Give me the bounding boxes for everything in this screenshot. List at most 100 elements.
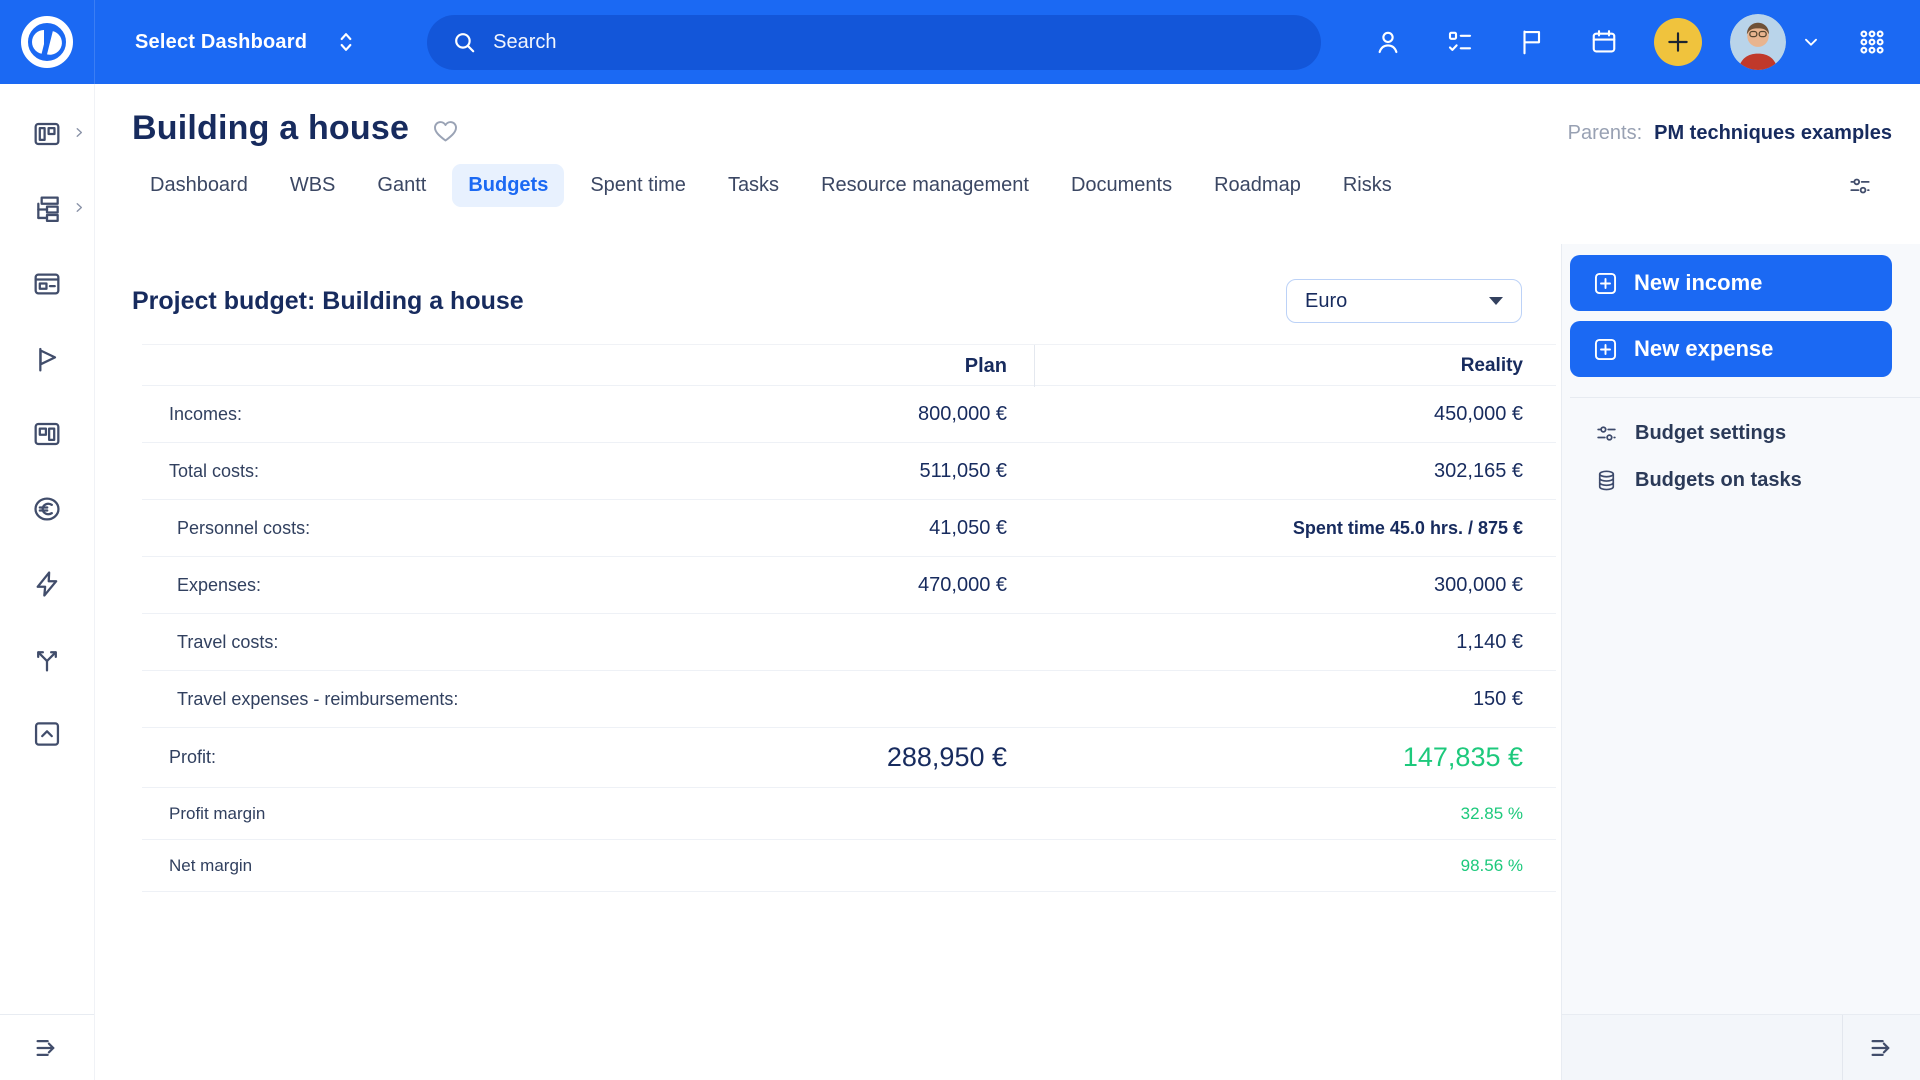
budgets-on-tasks-item[interactable]: Budgets on tasks: [1570, 457, 1892, 504]
budget-settings-label: Budget settings: [1635, 422, 1786, 445]
new-income-button[interactable]: New income: [1570, 255, 1892, 311]
checklist-icon: [1445, 27, 1475, 57]
tab-documents[interactable]: Documents: [1055, 164, 1188, 207]
budget-row-label: Net margin: [142, 856, 577, 876]
budget-row: Travel expenses - reimbursements: 150 €: [142, 671, 1556, 728]
plan-value: 41,050 €: [577, 517, 1034, 540]
sidebar-item-modules[interactable]: [0, 396, 94, 471]
reality-value: 450,000 €: [1034, 403, 1523, 426]
app-logo[interactable]: [0, 0, 95, 84]
dashboard-selector[interactable]: Select Dashboard: [135, 29, 359, 55]
favorite-button[interactable]: [431, 116, 460, 145]
apps-grid-button[interactable]: [1850, 20, 1894, 64]
currency-value: Euro: [1305, 290, 1347, 313]
sidebar-expand-button[interactable]: [32, 1033, 62, 1063]
plus-square-icon: [1592, 270, 1619, 297]
page-title: Building a house: [132, 109, 409, 148]
tabs-settings-button[interactable]: [1847, 173, 1873, 199]
sort-chevrons-icon: [333, 29, 359, 55]
user-menu[interactable]: [1730, 14, 1822, 70]
topbar-flag-button[interactable]: [1510, 20, 1554, 64]
budget-row: Net margin 98.56 %: [142, 840, 1556, 892]
budget-row-label: Incomes:: [142, 404, 577, 425]
plan-value: 511,050 €: [577, 460, 1034, 483]
reality-value: 150 €: [1034, 688, 1523, 711]
search-input[interactable]: [493, 31, 1297, 54]
topbar: Select Dashboard: [0, 0, 1920, 84]
sidebar-item-lightning[interactable]: [0, 546, 94, 621]
avatar: [1730, 14, 1786, 70]
plus-square-icon: [1592, 336, 1619, 363]
lightning-icon: [31, 568, 63, 600]
plus-icon: [1665, 29, 1691, 55]
quick-add-button[interactable]: [1654, 18, 1702, 66]
tab-gantt[interactable]: Gantt: [361, 164, 442, 207]
tab-tasks[interactable]: Tasks: [712, 164, 795, 207]
dashboard-selector-label: Select Dashboard: [135, 31, 307, 54]
search-bar[interactable]: [427, 15, 1321, 70]
budget-settings-item[interactable]: Budget settings: [1570, 410, 1892, 457]
budget-section: Project budget: Building a house Euro Pl…: [95, 244, 1561, 1080]
expand-panel-icon: [1867, 1033, 1897, 1063]
milestone-flag-icon: [31, 343, 63, 375]
sidebar-item-euro[interactable]: [0, 471, 94, 546]
budget-row: Profit:288,950 €147,835 €: [142, 728, 1556, 788]
sliders-icon: [1594, 421, 1619, 446]
tab-budgets[interactable]: Budgets: [452, 164, 564, 207]
tab-roadmap[interactable]: Roadmap: [1198, 164, 1317, 207]
chevron-down-icon: [1800, 31, 1822, 53]
user-icon: [1373, 27, 1403, 57]
reality-value: 32.85 %: [1034, 804, 1523, 824]
tab-resource-management[interactable]: Resource management: [805, 164, 1045, 207]
sidebar-item-split-arrows[interactable]: [0, 621, 94, 696]
budget-row: Expenses:470,000 €300,000 €: [142, 557, 1556, 614]
budget-table-header: Plan Reality: [142, 344, 1556, 386]
coins-stack-icon: [1594, 468, 1619, 493]
split-arrows-icon: [31, 643, 63, 675]
heart-icon: [431, 116, 460, 145]
parent-project-link[interactable]: PM techniques examples: [1654, 122, 1892, 145]
currency-select[interactable]: Euro: [1286, 279, 1522, 323]
sidebar-item-archive-box[interactable]: [0, 696, 94, 771]
budget-table-body: Incomes:800,000 €450,000 €Total costs:51…: [142, 386, 1556, 892]
browser-window-icon: [31, 268, 63, 300]
budget-row: Total costs:511,050 €302,165 €: [142, 443, 1556, 500]
sidebar-item-browser-window[interactable]: [0, 246, 94, 321]
reality-value: 98.56 %: [1034, 856, 1523, 876]
new-income-label: New income: [1634, 270, 1762, 296]
reality-column-header: Reality: [1034, 345, 1523, 387]
budget-row-label: Profit:: [142, 747, 577, 768]
calendar-icon: [1589, 27, 1619, 57]
panel-footer: [1562, 1014, 1920, 1080]
new-expense-button[interactable]: New expense: [1570, 321, 1892, 377]
panel-expand-button[interactable]: [1867, 1033, 1897, 1063]
tab-dashboard[interactable]: Dashboard: [134, 164, 264, 207]
flag-icon: [1517, 27, 1547, 57]
sidebar-item-milestone-flag[interactable]: [0, 321, 94, 396]
app-logo-icon: [18, 13, 76, 71]
euro-icon: [31, 493, 63, 525]
new-expense-label: New expense: [1634, 336, 1773, 362]
tab-wbs[interactable]: WBS: [274, 164, 352, 207]
reality-value: 302,165 €: [1034, 460, 1523, 483]
page-header: Building a house Parents: PM techniques …: [95, 84, 1920, 244]
caret-down-icon: [1489, 297, 1503, 305]
budgets-on-tasks-label: Budgets on tasks: [1635, 469, 1802, 492]
tab-spent-time[interactable]: Spent time: [574, 164, 702, 207]
plan-column-header: Plan: [577, 355, 1034, 378]
plan-value: 288,950 €: [577, 742, 1034, 773]
panel-divider: [1570, 397, 1920, 398]
topbar-checklist-button[interactable]: [1438, 20, 1482, 64]
topbar-calendar-button[interactable]: [1582, 20, 1626, 64]
budget-row-label: Travel expenses - reimbursements:: [142, 689, 577, 710]
modules-icon: [31, 418, 63, 450]
budget-row-label: Travel costs:: [142, 632, 577, 653]
sidebar-item-dashboard[interactable]: [0, 96, 94, 171]
tab-risks[interactable]: Risks: [1327, 164, 1408, 207]
topbar-user-button[interactable]: [1366, 20, 1410, 64]
budget-row: Profit margin 32.85 %: [142, 788, 1556, 840]
budget-row-label: Profit margin: [142, 804, 577, 824]
chevron-right-icon: [72, 125, 86, 142]
reality-value: 1,140 €: [1034, 631, 1523, 654]
sidebar-item-wbs-tree[interactable]: [0, 171, 94, 246]
